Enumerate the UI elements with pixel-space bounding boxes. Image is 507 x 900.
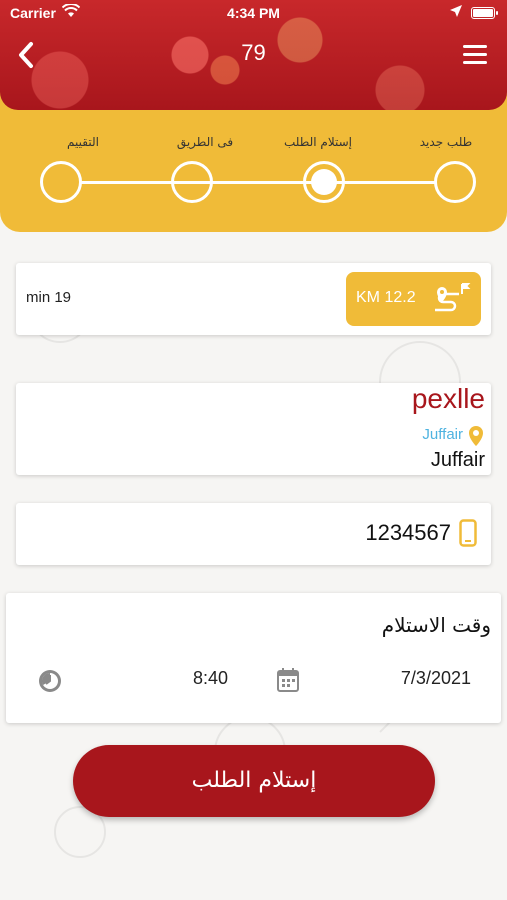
address-line: Juffair: [430, 449, 485, 471]
step-circle-on-the-way[interactable]: [171, 161, 213, 203]
receive-order-button[interactable]: إستلام الطلب: [73, 745, 435, 817]
area-link[interactable]: Juffair: [422, 426, 463, 443]
pickup-time-title: وقت الاستلام: [381, 613, 491, 637]
restaurant-name: pexlle: [411, 383, 485, 414]
progress-line: [80, 181, 436, 184]
phone-card: 1234567: [16, 503, 491, 565]
step-label-rating: التقييم: [67, 135, 99, 149]
step-label-on-the-way: فى الطريق: [176, 135, 234, 149]
step-label-order-received: إستلام الطلب: [283, 135, 352, 149]
order-number-title: 79: [241, 40, 266, 65]
mobile-phone-icon: [459, 519, 477, 551]
hamburger-menu-button[interactable]: [463, 45, 487, 65]
phone-number[interactable]: 1234567: [365, 520, 451, 546]
status-bar: Carrier 4:34 PM: [0, 0, 507, 28]
clock-icon[interactable]: [38, 669, 62, 697]
calendar-icon[interactable]: [276, 667, 300, 697]
battery-icon: [471, 7, 498, 19]
step-circle-rating[interactable]: [40, 161, 82, 203]
location-arrow-icon: [449, 4, 463, 21]
step-label-new-order: طلب جديد: [419, 135, 473, 149]
pickup-time[interactable]: 8:40: [193, 668, 228, 689]
distance-card: min 19 KM 12.2: [16, 263, 491, 335]
duration-text: min 19: [26, 289, 72, 306]
pickup-date[interactable]: 7/3/2021: [401, 668, 471, 689]
status-time: 4:34 PM: [227, 5, 280, 21]
pickup-time-card: وقت الاستلام 7/3/2021 8:40: [6, 593, 501, 723]
route-map-icon: [429, 282, 471, 320]
app-header: Carrier 4:34 PM 79: [0, 0, 507, 110]
distance-km-text: KM 12.2: [356, 289, 416, 306]
address-card: pexlle Juffair Juffair: [16, 383, 491, 475]
location-pin-icon: [467, 425, 485, 451]
distance-badge[interactable]: KM 12.2: [346, 272, 481, 326]
order-progress-stepper: طلب جديد إستلام الطلب فى الطريق التقييم: [0, 90, 507, 232]
step-circle-new-order[interactable]: [434, 161, 476, 203]
step-circle-order-received[interactable]: [303, 161, 345, 203]
